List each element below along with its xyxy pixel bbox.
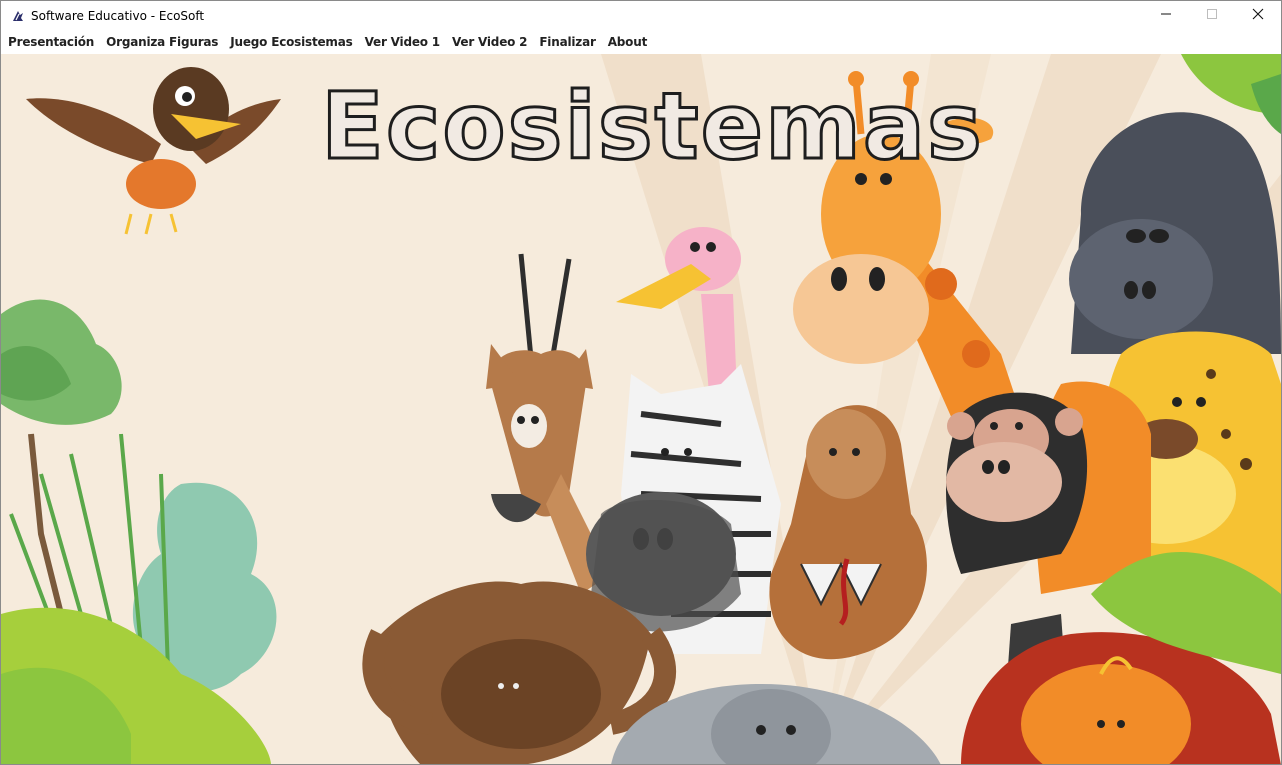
menu-item-ver-video-2[interactable]: Ver Video 2	[446, 31, 533, 53]
menu-item-presentacion[interactable]: Presentación	[2, 31, 100, 53]
close-icon	[1252, 7, 1264, 25]
close-button[interactable]	[1235, 1, 1281, 31]
window-controls	[1143, 1, 1281, 31]
window-title: Software Educativo - EcoSoft	[31, 9, 205, 23]
maximize-icon	[1206, 7, 1218, 25]
menu-item-organiza-figuras[interactable]: Organiza Figuras	[100, 31, 224, 53]
menu-item-ver-video-1[interactable]: Ver Video 1	[359, 31, 446, 53]
menu-item-about[interactable]: About	[602, 31, 653, 53]
menu-item-finalizar[interactable]: Finalizar	[533, 31, 601, 53]
minimize-button[interactable]	[1143, 1, 1189, 31]
menu-item-juego-ecosistemas[interactable]: Juego Ecosistemas	[224, 31, 358, 53]
minimize-icon	[1160, 7, 1172, 25]
title-bar[interactable]: Software Educativo - EcoSoft	[1, 1, 1281, 31]
app-logo-icon	[10, 8, 26, 24]
ecosystems-illustration: Ecosistemas	[1, 54, 1281, 764]
app-window: Software Educativo - EcoSoft Presentació…	[0, 0, 1282, 765]
maximize-button[interactable]	[1189, 1, 1235, 31]
headline-title: Ecosistemas	[321, 73, 984, 180]
menu-bar: Presentación Organiza Figuras Juego Ecos…	[1, 31, 1281, 53]
